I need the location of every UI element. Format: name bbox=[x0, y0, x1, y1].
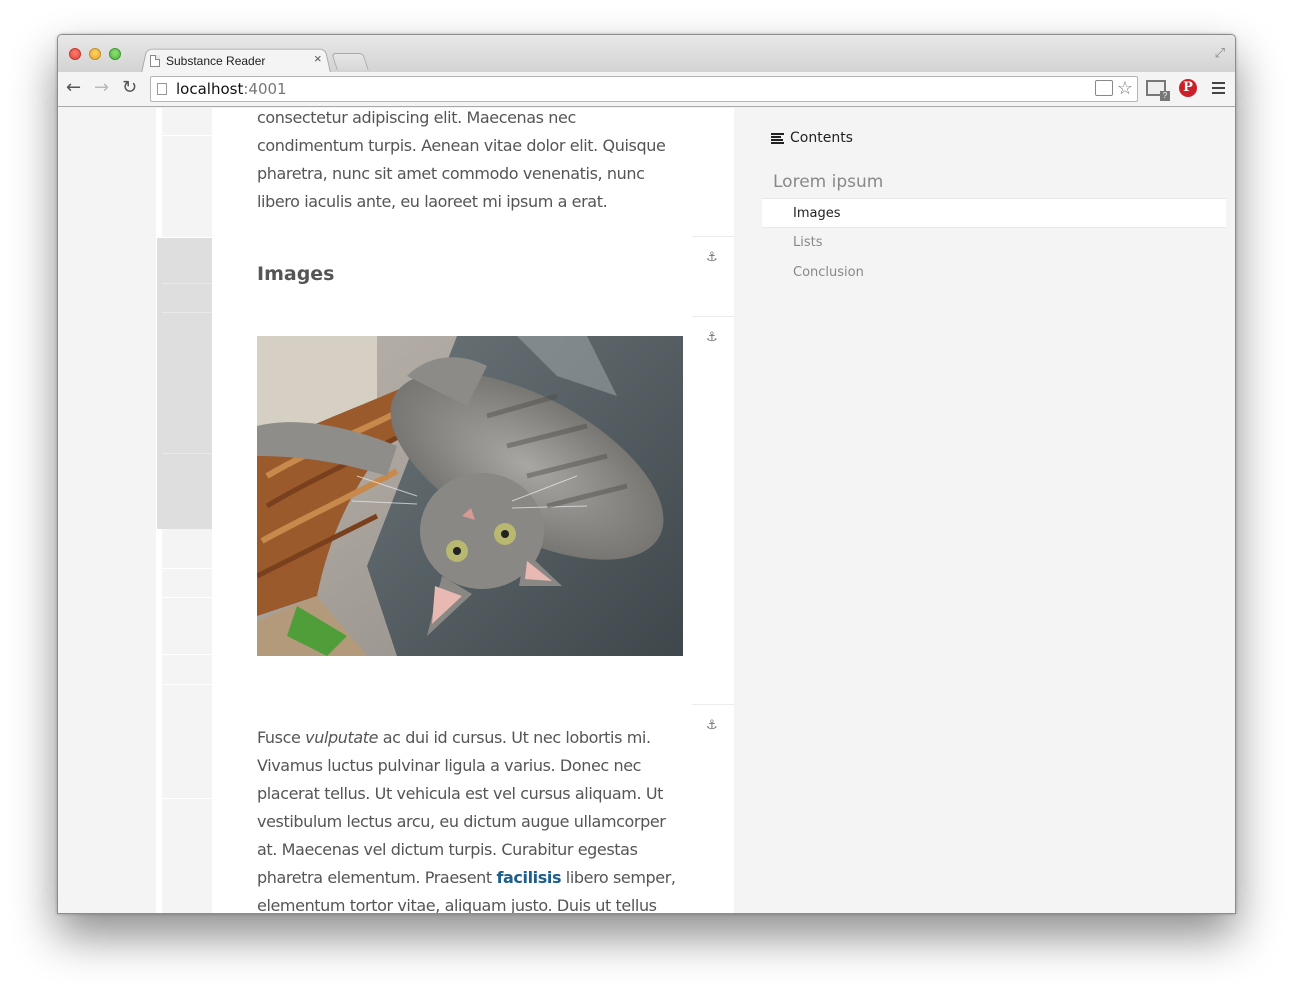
contents-panel: Contents Lorem ipsum Images Lists Conclu… bbox=[734, 108, 1235, 913]
zoom-window-button[interactable] bbox=[109, 48, 121, 60]
fullscreen-icon[interactable]: ⤢ bbox=[1215, 45, 1225, 61]
gutter-cell bbox=[162, 598, 212, 655]
document-content: consectetur adipiscing elit. Maecenas ne… bbox=[212, 108, 734, 913]
contents-title: Contents bbox=[790, 130, 853, 146]
tab-title: Substance Reader bbox=[166, 54, 266, 68]
title-bar: Substance Reader × ⤢ bbox=[58, 35, 1235, 73]
menu-icon[interactable] bbox=[1212, 82, 1225, 94]
reload-button[interactable]: ↻ bbox=[122, 78, 137, 98]
text-run: Fusce bbox=[257, 728, 306, 747]
toc-section-title[interactable]: Lorem ipsum bbox=[773, 172, 883, 192]
new-tab-button[interactable] bbox=[331, 53, 369, 70]
cat-photo bbox=[257, 336, 683, 656]
anchor-icon[interactable]: ⚓ bbox=[706, 330, 718, 345]
browser-toolbar: ← → ↻ localhost:4001 ☆ ? P bbox=[58, 72, 1235, 107]
contents-list-icon bbox=[771, 132, 784, 144]
pinterest-extension-icon[interactable]: P bbox=[1179, 79, 1197, 97]
page-icon bbox=[157, 83, 167, 95]
gutter-cell bbox=[162, 655, 212, 685]
browser-tab-content: Substance Reader bbox=[150, 51, 330, 71]
gmail-badge: ? bbox=[1160, 91, 1170, 101]
forward-button[interactable]: → bbox=[94, 78, 109, 98]
url-host: localhost bbox=[176, 80, 244, 98]
tab-close-icon[interactable]: × bbox=[314, 52, 322, 66]
toc-item-conclusion[interactable]: Conclusion bbox=[762, 258, 1226, 288]
section-heading: Images bbox=[257, 263, 335, 285]
paragraph-separator bbox=[692, 316, 734, 317]
text-run: ac dui id cursus. Ut nec lobortis mi. Vi… bbox=[257, 728, 666, 887]
emphasis-text: vulputate bbox=[305, 728, 379, 747]
gutter-cell bbox=[162, 136, 212, 238]
paragraph-separator bbox=[692, 236, 734, 237]
paragraph-separator bbox=[692, 704, 734, 705]
close-window-button[interactable] bbox=[69, 48, 81, 60]
url-port: :4001 bbox=[243, 80, 287, 98]
scroll-position-indicator[interactable] bbox=[157, 238, 217, 529]
page-viewport[interactable]: consectetur adipiscing elit. Maecenas ne… bbox=[58, 108, 1235, 913]
toc-item-images[interactable]: Images bbox=[762, 198, 1226, 228]
anchor-icon[interactable]: ⚓ bbox=[706, 250, 718, 265]
minimize-window-button[interactable] bbox=[89, 48, 101, 60]
gutter-cell bbox=[162, 685, 212, 799]
back-button[interactable]: ← bbox=[66, 78, 81, 98]
contents-header: Contents bbox=[771, 130, 853, 146]
anchor-icon[interactable]: ⚓ bbox=[706, 718, 718, 733]
bookmark-star-icon[interactable]: ☆ bbox=[1117, 78, 1133, 98]
browser-window: Substance Reader × ⤢ ← → ↻ localhost:400… bbox=[57, 34, 1236, 914]
gutter-cell bbox=[162, 569, 212, 598]
address-bar[interactable]: localhost:4001 ☆ bbox=[150, 76, 1138, 102]
inline-link[interactable]: facilisis bbox=[496, 868, 561, 887]
page-icon bbox=[150, 55, 160, 67]
toc-item-lists[interactable]: Lists bbox=[762, 228, 1226, 258]
gutter-cell bbox=[162, 529, 212, 569]
paragraph-intro: consectetur adipiscing elit. Maecenas ne… bbox=[257, 108, 666, 211]
cat-figure bbox=[257, 336, 683, 656]
paragraph-body: Fusce vulputate ac dui id cursus. Ut nec… bbox=[257, 724, 687, 913]
gutter-cell bbox=[162, 108, 212, 136]
speech-bubble-icon[interactable] bbox=[1095, 80, 1113, 96]
